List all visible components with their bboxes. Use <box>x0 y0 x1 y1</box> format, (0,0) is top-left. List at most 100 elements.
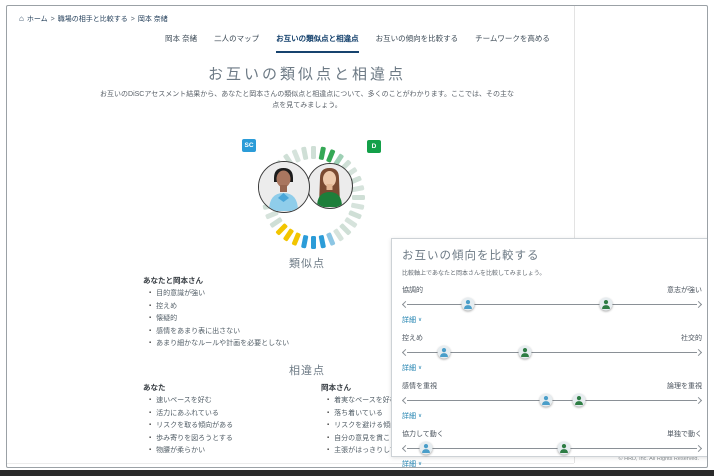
partner-marker-icon <box>557 441 571 455</box>
app-window: ⌂ ホーム > 職場の相手と比較する > 岡本 奈緒 岡本 奈緒 二人のマップ … <box>0 0 714 476</box>
differences-you-list: 速いペースを好む活力にあふれているリスクを取る傾向がある歩み寄りを図ろうとする物… <box>149 397 233 454</box>
slider-right-label: 意志が強い <box>667 287 702 294</box>
breadcrumb: ⌂ ホーム > 職場の相手と比較する > 岡本 奈緒 <box>19 14 168 24</box>
tab-item[interactable]: 二人のマップ <box>214 33 259 53</box>
differences-you-label: あなた <box>143 383 166 392</box>
chevron-down-icon: ∨ <box>418 413 423 419</box>
breadcrumb-home-link[interactable]: ホーム <box>27 14 48 24</box>
you-avatar <box>258 161 310 213</box>
slider-left-label: 協調的 <box>402 287 423 294</box>
breadcrumb-separator: > <box>130 15 135 23</box>
slider-list: 協調的 意志が強い 詳細 ∨ 控えめ 社交的 詳細 ∨ 感情を重視 論理を重視 … <box>401 285 703 468</box>
differences-partner-label: 岡本さん <box>321 383 351 392</box>
slider-arrow-right-icon <box>694 396 703 404</box>
detail-toggle-link[interactable]: 詳細 ∨ <box>402 411 422 421</box>
chevron-down-icon: ∨ <box>418 317 423 323</box>
ring-tick <box>310 145 316 159</box>
list-item: 歩み寄りを図ろうとする <box>149 435 233 442</box>
tab-label: チームワークを高める <box>475 34 550 43</box>
list-item: 速いペースを好む <box>149 397 233 404</box>
partner-marker-icon <box>518 345 532 359</box>
comparison-slider-row: 感情を重視 論理を重視 詳細 ∨ <box>401 381 703 421</box>
breadcrumb-current-page: 岡本 奈緒 <box>137 16 168 23</box>
slider-right-label: 単独で動く <box>667 431 702 438</box>
page-title: お互いの類似点と相違点 <box>207 66 406 83</box>
you-marker-icon <box>539 393 553 407</box>
woman-avatar-icon <box>308 164 351 207</box>
ring-tick <box>310 235 316 249</box>
detail-toggle-link[interactable]: 詳細 ∨ <box>402 363 422 373</box>
tab-item[interactable]: 岡本 奈緒 <box>165 33 197 53</box>
tab-item[interactable]: お互いの類似点と相違点 <box>276 33 359 53</box>
ring-tick <box>318 234 326 248</box>
detail-link-label: 詳細 <box>402 413 416 420</box>
list-item: リスクを取る傾向がある <box>149 422 233 429</box>
detail-link-label: 詳細 <box>402 365 416 372</box>
chevron-down-icon: ∨ <box>418 461 423 467</box>
tab-label: お互いの傾向を比較する <box>375 34 459 43</box>
comparison-slider-track <box>401 441 703 455</box>
slider-arrow-right-icon <box>694 300 703 308</box>
compare-panel-subtitle: 比較軸上であなたと岡本さんを比較してみましょう。 <box>402 271 546 277</box>
ring-tick <box>347 209 362 220</box>
man-avatar-icon <box>259 162 308 211</box>
comparison-slider-row: 控えめ 社交的 詳細 ∨ <box>401 333 703 373</box>
detail-toggle-link[interactable]: 詳細 ∨ <box>402 315 422 325</box>
ring-tick <box>300 146 308 160</box>
ring-tick <box>350 202 364 210</box>
breadcrumb-separator: > <box>50 15 55 23</box>
comparison-slider-row: 協調的 意志が強い 詳細 ∨ <box>401 285 703 325</box>
comparison-slider-track <box>401 297 703 311</box>
slider-arrow-right-icon <box>694 444 703 452</box>
chevron-down-icon: ∨ <box>418 365 423 371</box>
tab-item[interactable]: お互いの傾向を比較する <box>376 33 459 53</box>
tab-label: 岡本 奈緒 <box>165 34 198 43</box>
you-marker-icon <box>419 441 433 455</box>
list-item: 懐疑的 <box>149 315 289 322</box>
partner-marker-icon <box>599 297 613 311</box>
list-item: 物腰が柔らかい <box>149 447 233 454</box>
partner-avatar <box>307 163 353 209</box>
you-style-badge: SC <box>242 139 256 152</box>
tab-label: お互いの類似点と相違点 <box>276 34 359 43</box>
ring-tick <box>325 148 336 163</box>
comparison-slider-track <box>401 393 703 407</box>
home-icon: ⌂ <box>19 14 24 23</box>
compare-panel-title: お互いの傾向を比較する <box>402 250 540 262</box>
comparison-slider-track <box>401 345 703 359</box>
detail-toggle-link[interactable]: 詳細 ∨ <box>402 459 423 468</box>
list-item: 控えめ <box>149 303 289 310</box>
list-item: 活力にあふれている <box>149 410 233 417</box>
you-marker-icon <box>437 345 451 359</box>
ring-tick <box>318 146 326 160</box>
avatar-comparison-graphic: SC D <box>237 134 389 258</box>
list-item: 感情をあまり表に出さない <box>149 328 289 335</box>
tab-item[interactable]: チームワークを高める <box>475 33 550 53</box>
tab-bar: 岡本 奈緒 二人のマップ お互いの類似点と相違点 お互いの傾向を比較する チーム… <box>165 33 550 53</box>
page-description: お互いのDiSCアセスメント結果から、あなたと岡本さんの類似点と相違点について、… <box>100 91 514 109</box>
detail-link-label: 詳細 <box>402 461 416 468</box>
slider-left-label: 感情を重視 <box>402 383 437 390</box>
tab-label: 二人のマップ <box>214 34 260 43</box>
list-item: 目的意識が強い <box>149 290 289 297</box>
ring-tick <box>325 231 336 246</box>
slider-left-label: 控えめ <box>402 335 423 342</box>
detail-link-label: 詳細 <box>402 317 416 324</box>
partner-marker-icon <box>572 393 586 407</box>
compare-tendencies-panel: お互いの傾向を比較する 比較軸上であなたと岡本さんを比較してみましょう。 協調的… <box>391 238 707 467</box>
window-bottom-edge <box>0 470 714 476</box>
similarities-subheading: あなたと岡本さん <box>143 276 203 285</box>
page-frame: ⌂ ホーム > 職場の相手と比較する > 岡本 奈緒 岡本 奈緒 二人のマップ … <box>6 5 708 468</box>
slider-arrow-right-icon <box>694 348 703 356</box>
slider-right-label: 社交的 <box>681 335 702 342</box>
partner-style-badge: D <box>367 140 381 153</box>
list-item: あまり細かなルールや計画を必要としない <box>149 340 289 347</box>
ring-tick <box>290 231 301 246</box>
similarities-list: 目的意識が強い控えめ懐疑的感情をあまり表に出さないあまり細かなルールや計画を必要… <box>149 290 289 347</box>
comparison-slider-row: 協力して動く 単独で動く 詳細 ∨ <box>401 429 703 468</box>
slider-left-label: 協力して動く <box>402 431 444 438</box>
ring-tick <box>290 148 301 163</box>
breadcrumb-compare-link[interactable]: 職場の相手と比較する <box>58 14 128 24</box>
you-marker-icon <box>461 297 475 311</box>
slider-right-label: 論理を重視 <box>667 383 702 390</box>
